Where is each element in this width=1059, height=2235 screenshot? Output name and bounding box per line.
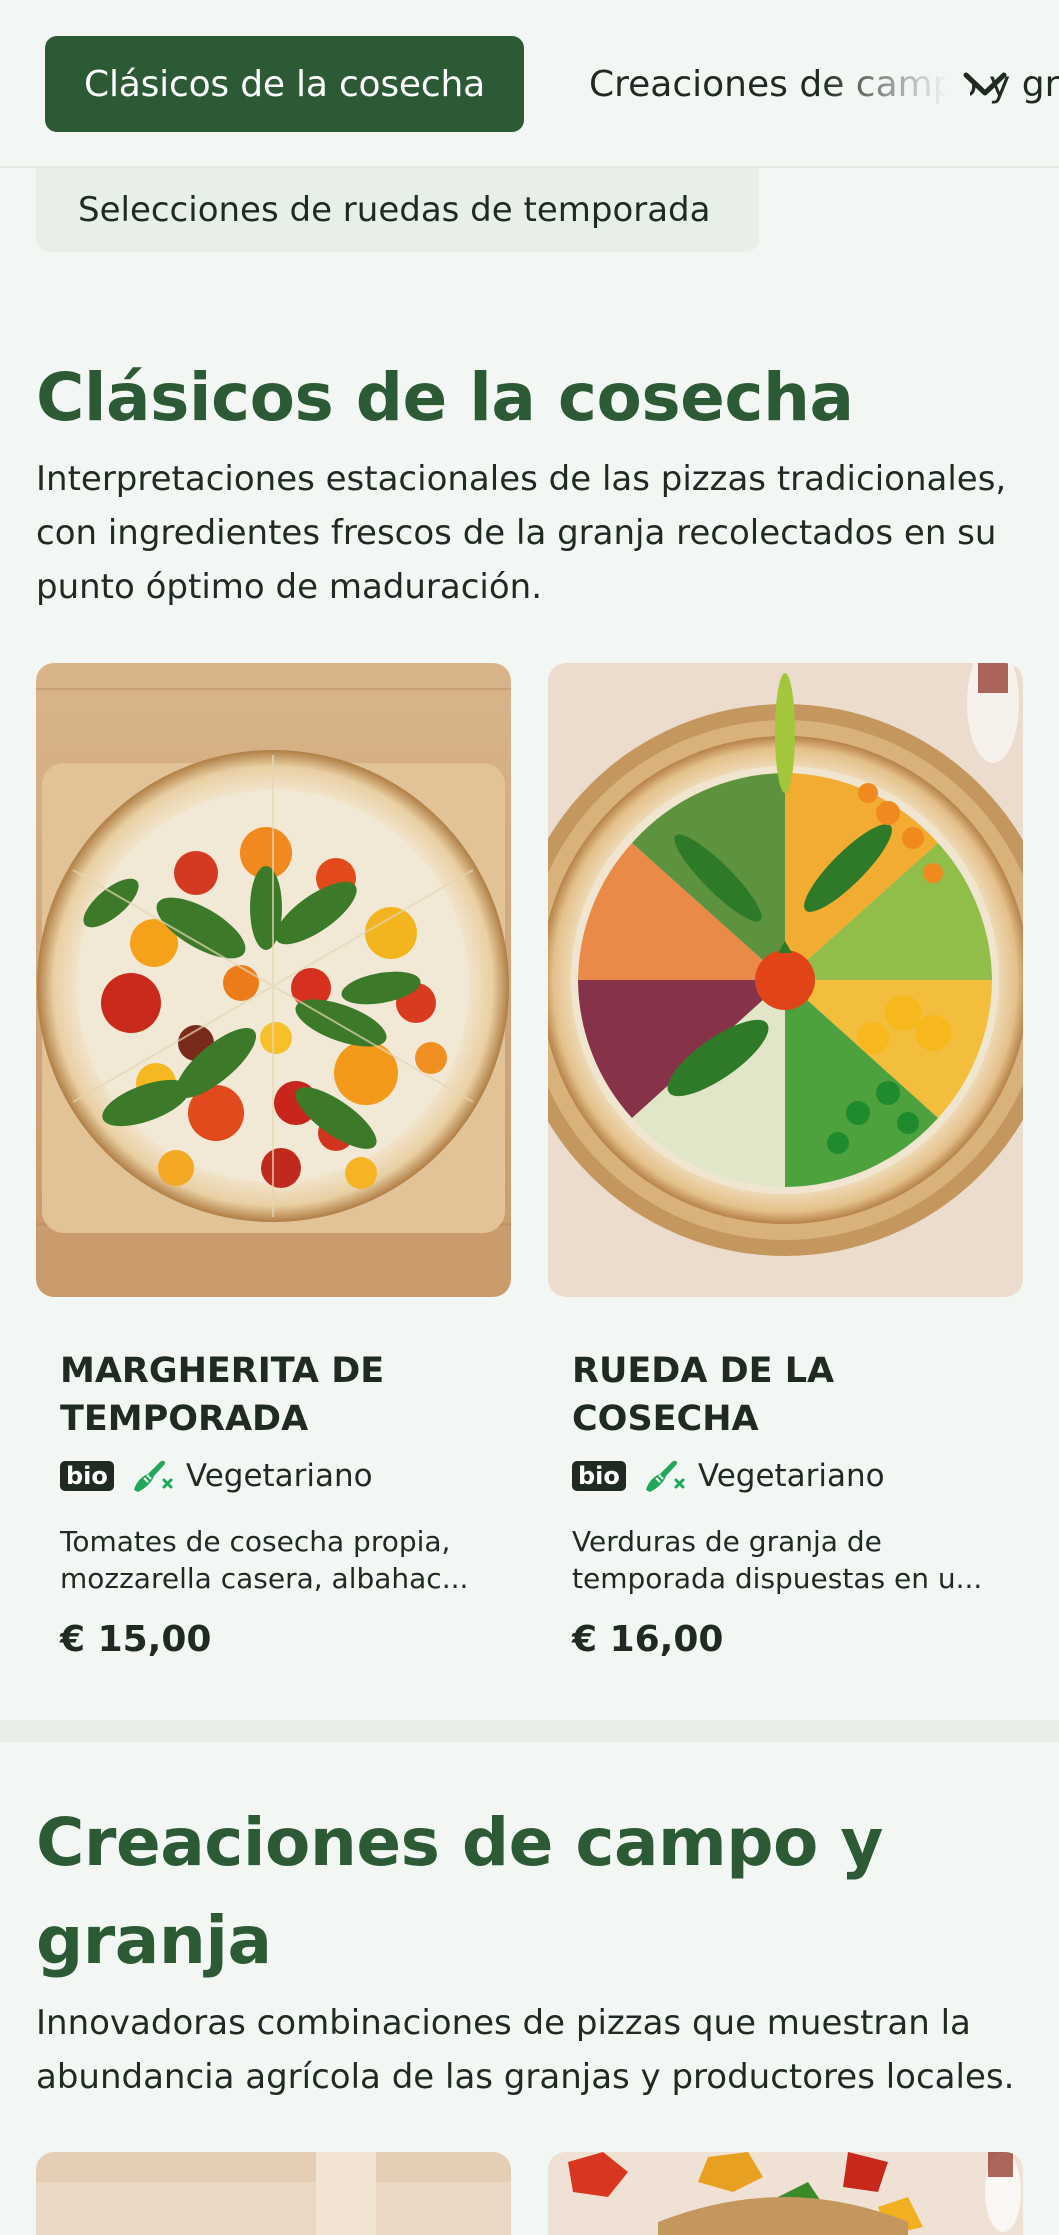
product-card[interactable]: RUEDA DE LA COSECHA bio Vegetariano Verd… — [548, 663, 1023, 1660]
vegetarian-icon — [645, 1460, 685, 1492]
product-name: RUEDA DE LA COSECHA — [572, 1351, 835, 1439]
tab-clasicos-de-la-cosecha[interactable]: Clásicos de la cosecha — [45, 36, 524, 132]
product-price: € 15,00 — [60, 1619, 212, 1660]
chevron-down-icon[interactable] — [955, 54, 1015, 114]
product-card[interactable]: MARGHERITA DE TEMPORADA bio Vegetariano … — [36, 663, 511, 1660]
product-description: Verduras de granja de temporada dispuest… — [572, 1525, 983, 1595]
tab-selecciones-de-ruedas[interactable]: Selecciones de ruedas de temporada — [36, 168, 759, 252]
diet-label: Vegetariano — [697, 1458, 885, 1494]
product-card-image-partial[interactable] — [36, 2152, 511, 2235]
section-title: Creaciones de campo y granja — [36, 1804, 883, 1979]
bio-badge: bio — [572, 1461, 626, 1491]
bio-badge: bio — [60, 1461, 114, 1491]
section-description: Innovadoras combinaciones de pizzas que … — [36, 2003, 1015, 2097]
pizza-image — [548, 663, 1023, 1297]
vegetarian-icon — [133, 1460, 173, 1492]
section-divider — [0, 1720, 1059, 1742]
category-tab-bar: Clásicos de la cosecha Creaciones de cam… — [0, 0, 1059, 168]
product-description: Tomates de cosecha propia, mozzarella ca… — [60, 1525, 469, 1595]
product-name: MARGHERITA DE TEMPORADA — [60, 1351, 385, 1439]
diet-label: Vegetariano — [185, 1458, 373, 1494]
product-price: € 16,00 — [572, 1619, 724, 1660]
tab-overflow-fade — [820, 30, 970, 140]
section-title: Clásicos de la cosecha — [36, 359, 854, 436]
product-card-image-partial[interactable] — [548, 2152, 1023, 2235]
section-description: Interpretaciones estacionales de las piz… — [36, 459, 1007, 607]
pizza-image — [36, 663, 511, 1297]
